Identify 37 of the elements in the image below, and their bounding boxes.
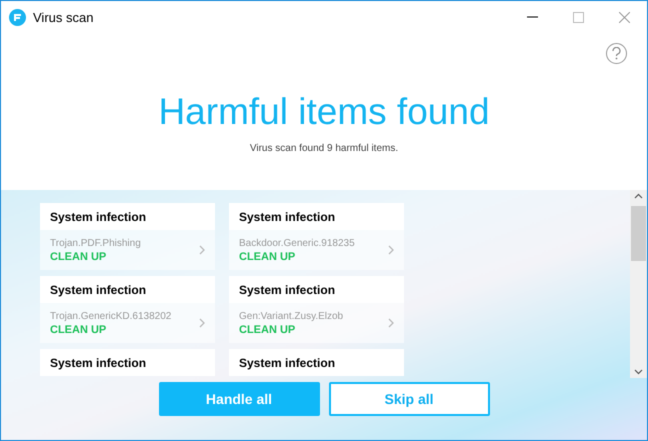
minimize-icon [526, 16, 538, 18]
threat-name: Trojan.GenericKD.6138202 [50, 310, 172, 322]
threat-row[interactable]: Trojan.PDF.Phishing CLEAN UP [40, 230, 215, 270]
card-title: System infection [229, 276, 404, 303]
maximize-icon [572, 12, 584, 22]
shield-logo-icon [9, 8, 26, 26]
chevron-right-icon [199, 318, 205, 328]
result-heading: Harmful items found [158, 91, 490, 133]
chevron-right-icon [199, 245, 205, 255]
scroll-down-icon[interactable] [634, 369, 643, 375]
handle-all-button[interactable]: Handle all [158, 382, 320, 416]
threat-row[interactable]: Gen:Variant.Zusy.Elzob CLEAN UP [229, 303, 404, 343]
chevron-right-icon [388, 318, 394, 328]
scroll-thumb[interactable] [631, 206, 646, 261]
threat-name: Gen:Variant.Zusy.Elzob [239, 310, 344, 322]
question-mark-icon [612, 47, 621, 60]
skip-all-button[interactable]: Skip all [328, 382, 490, 416]
clean-up-action[interactable]: CLEAN UP [50, 324, 199, 336]
card-title: System infection [229, 349, 404, 376]
result-summary: Virus scan found 9 harmful items. [250, 143, 398, 154]
card-title: System infection [229, 203, 404, 230]
threat-name: Trojan.PDF.Phishing [50, 238, 142, 248]
close-icon [618, 12, 630, 22]
card-title: System infection [40, 276, 215, 303]
chevron-right-icon [388, 245, 394, 255]
card-title: System infection [40, 349, 215, 376]
window-title: Virus scan [33, 10, 94, 24]
threat-row[interactable]: Backdoor.Generic.918235 CLEAN UP [229, 230, 404, 270]
clean-up-action[interactable]: CLEAN UP [239, 250, 388, 262]
scrollbar[interactable] [630, 190, 647, 378]
scroll-up-icon[interactable] [634, 193, 643, 199]
clean-up-action[interactable]: CLEAN UP [50, 250, 199, 262]
help-button[interactable] [606, 43, 627, 64]
threat-name: Backdoor.Generic.918235 [239, 238, 356, 248]
card-title: System infection [40, 203, 215, 230]
clean-up-action[interactable]: CLEAN UP [239, 324, 388, 336]
threat-row[interactable]: Trojan.GenericKD.6138202 CLEAN UP [40, 303, 215, 343]
